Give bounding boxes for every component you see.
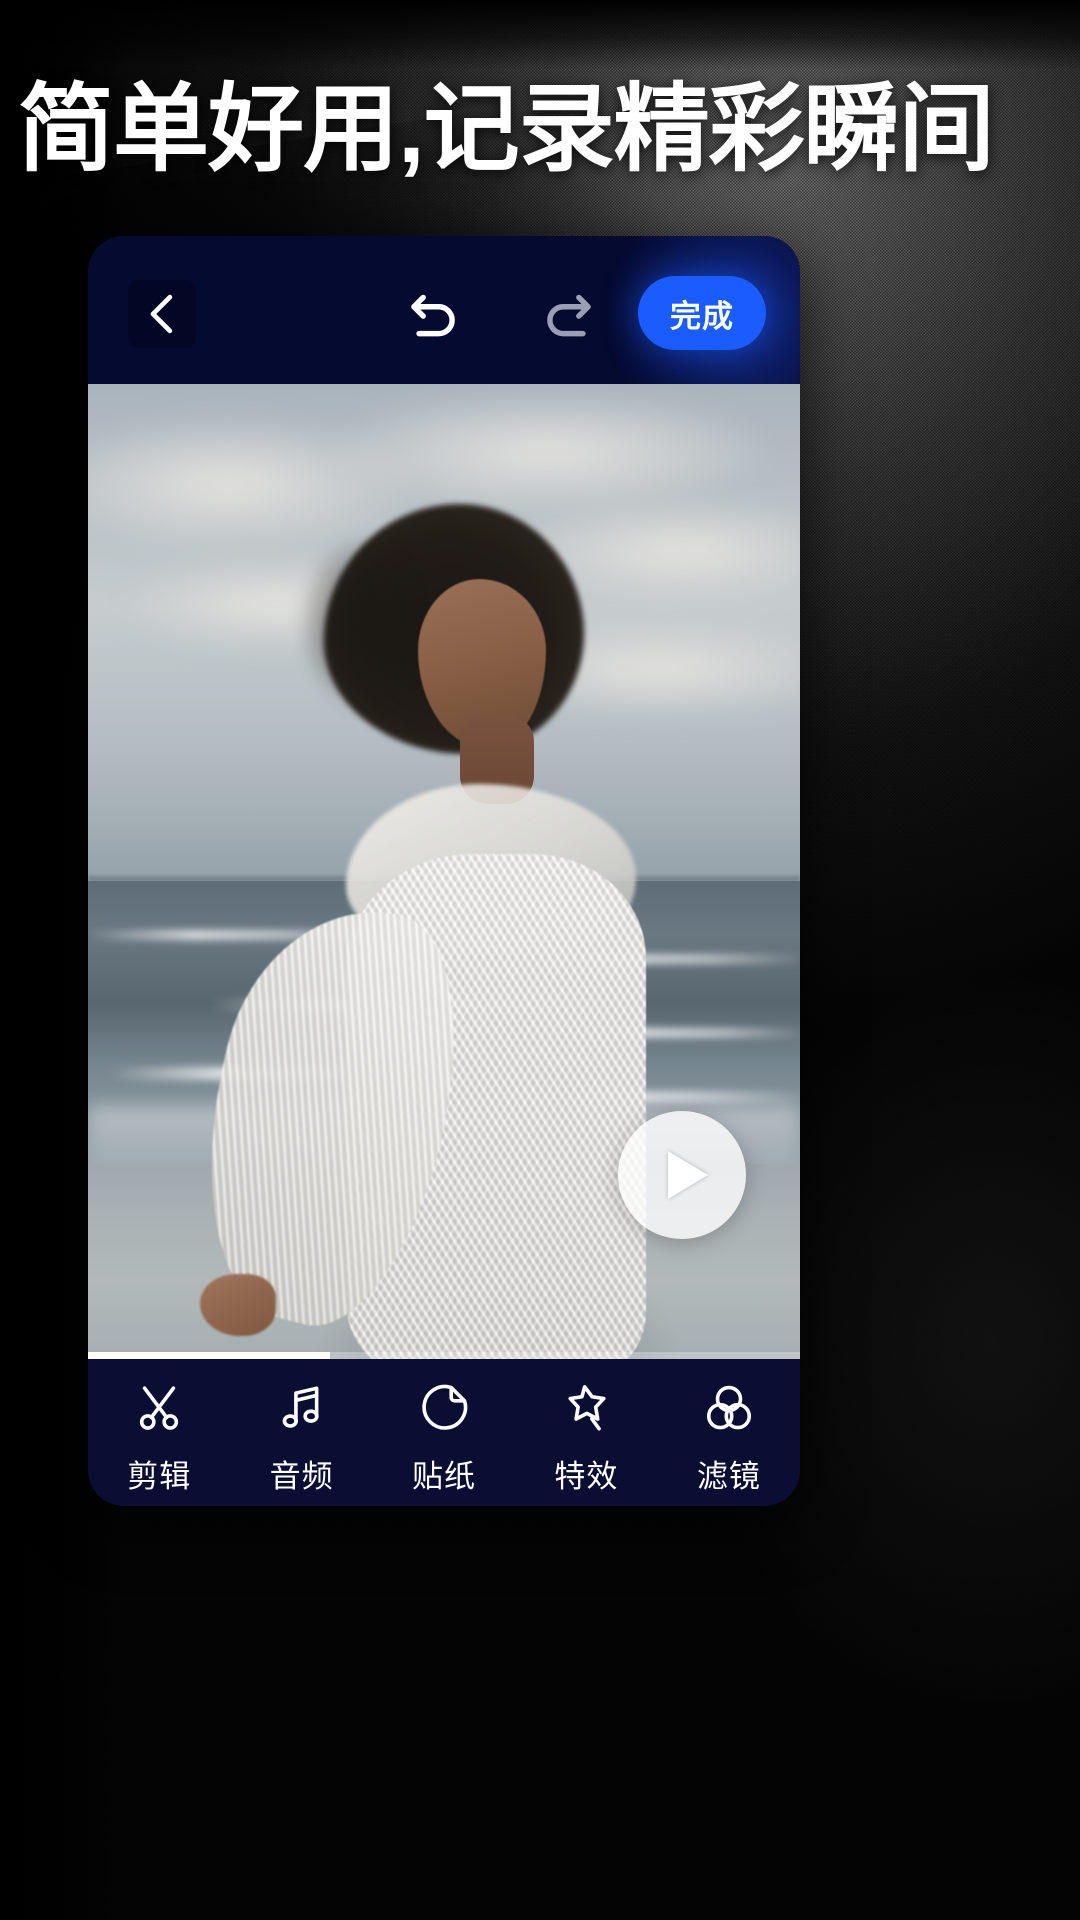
play-button[interactable]: [618, 1111, 746, 1239]
video-preview[interactable]: [88, 384, 800, 1359]
promo-stage: 简单好用,记录精彩瞬间 完成 剪辑 音频 贴纸 特效 滤镜: [0, 0, 1080, 1920]
background-vignette-top: [0, 0, 1080, 70]
chevron-left-icon: [150, 294, 173, 334]
nav-item-sticker[interactable]: 贴纸: [373, 1381, 515, 1496]
nav-label: 贴纸: [412, 1459, 477, 1494]
editor-toolbar: 完成: [88, 236, 800, 426]
sticker-icon: [422, 1384, 468, 1430]
scissors-icon: [140, 1386, 179, 1430]
back-button[interactable]: [128, 280, 196, 348]
editor-bottom-nav: 剪辑 音频 贴纸 特效 滤镜: [88, 1359, 800, 1506]
app-screen-card: 完成 剪辑 音频 贴纸 特效 滤镜: [88, 236, 800, 1506]
nav-item-audio[interactable]: 音频: [230, 1381, 372, 1496]
page-headline: 简单好用,记录精彩瞬间: [18, 76, 995, 183]
playback-progress-bar[interactable]: [88, 1352, 800, 1359]
nav-item-effects[interactable]: 特效: [515, 1381, 657, 1496]
nav-label: 音频: [269, 1459, 334, 1494]
nav-item-clip[interactable]: 剪辑: [88, 1381, 230, 1496]
nav-label: 滤镜: [696, 1459, 761, 1494]
music-note-icon: [282, 1386, 319, 1428]
subject-hand: [200, 1274, 276, 1336]
subject-hair-strands: [298, 534, 418, 714]
nav-label: 剪辑: [127, 1459, 192, 1494]
nav-label: 特效: [554, 1459, 619, 1494]
filter-circles-icon: [706, 1385, 751, 1430]
playback-progress-fill: [88, 1352, 331, 1359]
done-button[interactable]: 完成: [638, 276, 766, 350]
star-sparkle-icon: [568, 1385, 606, 1431]
redo-button[interactable]: [538, 284, 600, 346]
undo-button[interactable]: [402, 284, 464, 346]
nav-item-filter[interactable]: 滤镜: [658, 1381, 800, 1496]
done-button-label: 完成: [670, 298, 734, 334]
play-triangle-icon: [668, 1151, 708, 1199]
